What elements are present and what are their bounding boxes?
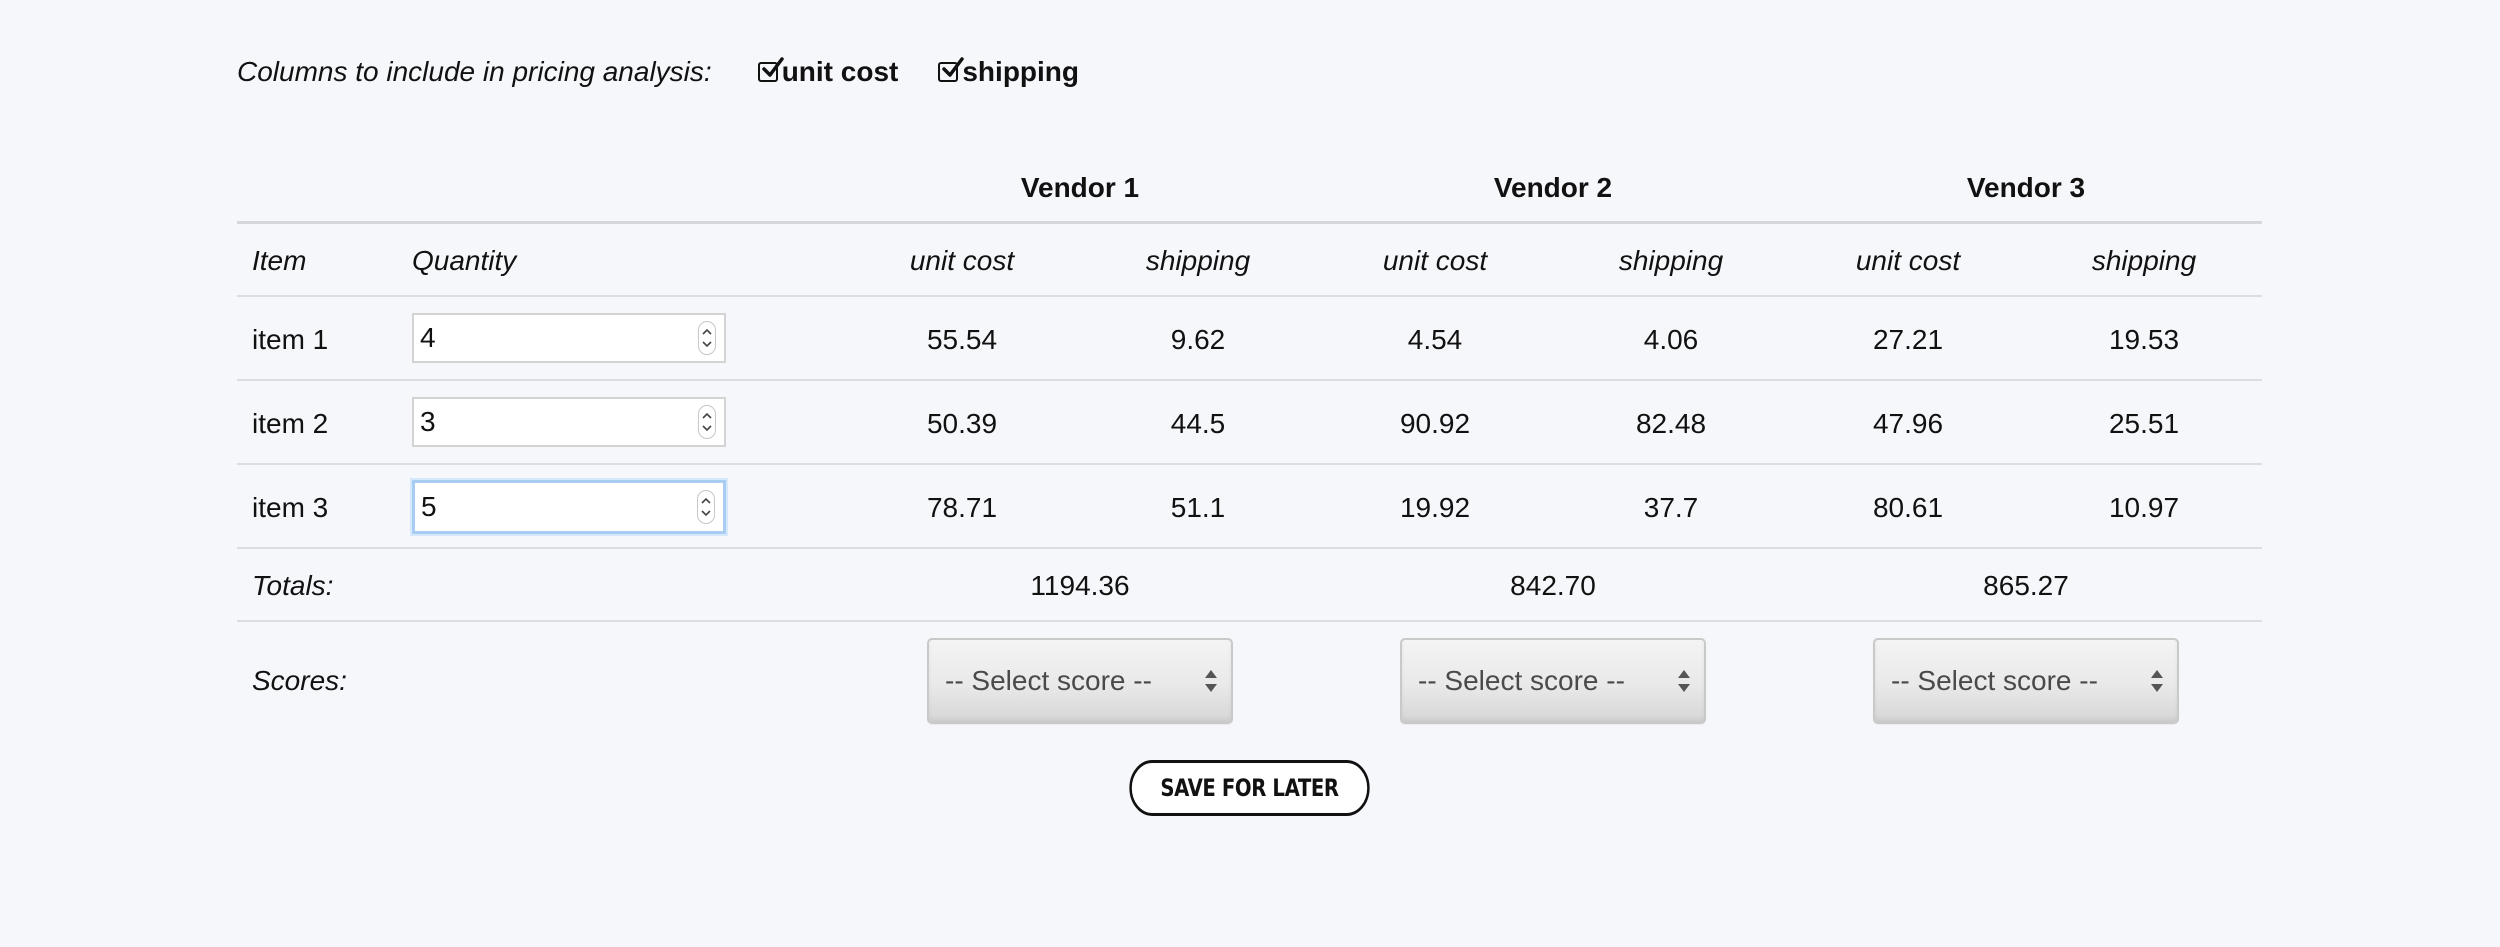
- item-2-quantity-input[interactable]: 3: [412, 397, 726, 447]
- item-1-label: item 1: [252, 324, 329, 355]
- vendor-1-unit-cost-header: unit cost: [909, 245, 1015, 276]
- cell-r1-v2-unit-cost: 4.54: [1407, 324, 1463, 355]
- cell-r3-v1-shipping: 51.1: [1170, 492, 1226, 523]
- shipping-option-label: shipping: [962, 56, 1080, 87]
- item-column-header: Item: [252, 245, 307, 276]
- quantity-stepper[interactable]: [698, 405, 716, 439]
- cell-r1-v3-shipping: 19.53: [2108, 324, 2180, 355]
- totals-label: Totals:: [252, 570, 334, 601]
- cell-r3-v2-unit-cost: 19.92: [1399, 492, 1471, 523]
- cell-r2-v1-shipping: 44.5: [1170, 408, 1226, 439]
- item-1-quantity-value: 4: [420, 322, 436, 353]
- row-divider: [237, 295, 2262, 297]
- vendor-1-shipping-header: shipping: [1145, 245, 1251, 276]
- item-2-label: item 2: [252, 408, 329, 439]
- filter-label: Columns to include in pricing analysis:: [237, 56, 712, 87]
- select-arrows-icon: [1205, 670, 1217, 692]
- cell-r1-v2-shipping: 4.06: [1643, 324, 1699, 355]
- row-divider: [237, 620, 2262, 622]
- vendor-2-unit-cost-header: unit cost: [1382, 245, 1488, 276]
- shipping-checkbox[interactable]: [938, 57, 965, 82]
- score-select-value: -- Select score --: [1418, 665, 1625, 696]
- save-for-later-button[interactable]: SAVE FOR LATER: [1129, 760, 1370, 816]
- row-divider: [237, 379, 2262, 381]
- vendor-3-unit-cost-header: unit cost: [1855, 245, 1961, 276]
- columns-filter-bar: Columns to include in pricing analysis: …: [237, 52, 1119, 92]
- cell-r2-v3-unit-cost: 47.96: [1872, 408, 1944, 439]
- score-select-value: -- Select score --: [1891, 665, 2098, 696]
- vendor-1-total: 1194.36: [1030, 570, 1130, 601]
- row-divider: [237, 463, 2262, 465]
- unit-cost-option-label: unit cost: [781, 56, 899, 87]
- vendor-3-header: Vendor 3: [1966, 172, 2086, 203]
- cell-r2-v2-shipping: 82.48: [1635, 408, 1707, 439]
- cell-r1-v3-unit-cost: 27.21: [1872, 324, 1944, 355]
- cell-r3-v3-unit-cost: 80.61: [1872, 492, 1944, 523]
- item-2-quantity-value: 3: [420, 406, 436, 437]
- cell-r2-v2-unit-cost: 90.92: [1399, 408, 1471, 439]
- item-3-label: item 3: [252, 492, 329, 523]
- scores-label: Scores:: [252, 665, 347, 696]
- vendor-2-shipping-header: shipping: [1618, 245, 1724, 276]
- select-arrows-icon: [2151, 670, 2163, 692]
- vendor-2-score-select[interactable]: -- Select score --: [1400, 638, 1706, 724]
- unit-cost-checkbox[interactable]: [757, 57, 784, 82]
- select-arrows-icon: [1678, 670, 1690, 692]
- checkmark-icon: [942, 57, 965, 77]
- vendor-1-header: Vendor 1: [1020, 172, 1140, 203]
- vendor-3-score-select[interactable]: -- Select score --: [1873, 638, 2179, 724]
- quantity-stepper[interactable]: [697, 490, 715, 524]
- header-divider: [237, 221, 2262, 224]
- cell-r3-v3-shipping: 10.97: [2108, 492, 2180, 523]
- vendor-3-total: 865.27: [1983, 570, 2069, 601]
- quantity-stepper[interactable]: [698, 321, 716, 355]
- stepper-arrows-icon: [702, 412, 712, 432]
- quantity-column-header: Quantity: [412, 245, 517, 276]
- pricing-analysis-page: Columns to include in pricing analysis: …: [0, 0, 2500, 947]
- stepper-arrows-icon: [702, 328, 712, 348]
- item-3-quantity-value: 5: [421, 491, 437, 522]
- shipping-checkbox-option[interactable]: shipping: [938, 56, 1079, 88]
- score-select-value: -- Select score --: [945, 665, 1152, 696]
- item-3-quantity-input[interactable]: 5: [412, 480, 726, 534]
- unit-cost-checkbox-option[interactable]: unit cost: [757, 56, 899, 88]
- vendor-2-total: 842.70: [1510, 570, 1596, 601]
- cell-r2-v1-unit-cost: 50.39: [926, 408, 998, 439]
- cell-r2-v3-shipping: 25.51: [2108, 408, 2180, 439]
- cell-r3-v1-unit-cost: 78.71: [926, 492, 998, 523]
- row-divider: [237, 547, 2262, 549]
- cell-r3-v2-shipping: 37.7: [1643, 492, 1699, 523]
- cell-r1-v1-unit-cost: 55.54: [926, 324, 998, 355]
- vendor-3-shipping-header: shipping: [2091, 245, 2197, 276]
- cell-r1-v1-shipping: 9.62: [1170, 324, 1226, 355]
- checkmark-icon: [761, 57, 784, 77]
- vendor-2-header: Vendor 2: [1493, 172, 1613, 203]
- item-1-quantity-input[interactable]: 4: [412, 313, 726, 363]
- stepper-arrows-icon: [701, 497, 711, 517]
- vendor-1-score-select[interactable]: -- Select score --: [927, 638, 1233, 724]
